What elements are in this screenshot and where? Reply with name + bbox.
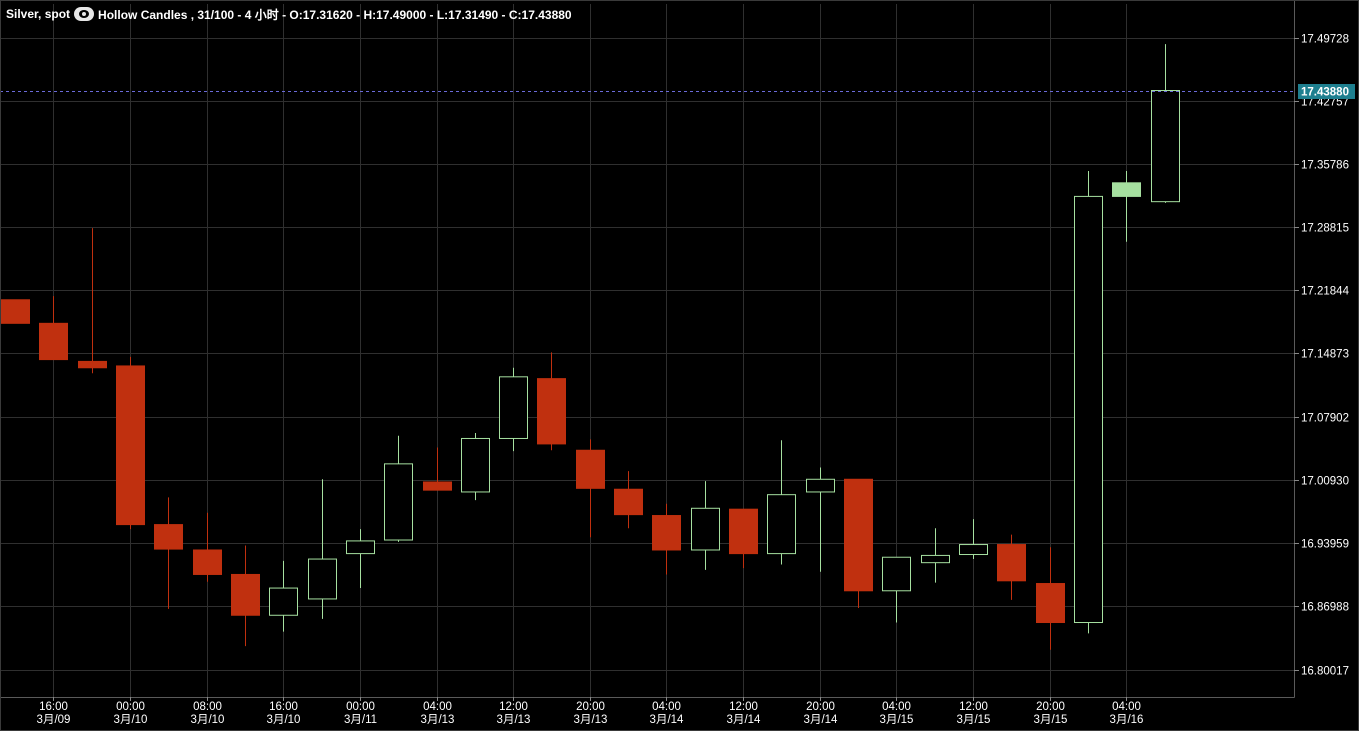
x-tick-time-label: 16:00 bbox=[39, 701, 68, 713]
x-tick-time-label: 04:00 bbox=[1112, 701, 1141, 713]
x-tick-date-label: 3月/13 bbox=[421, 714, 455, 726]
y-tick-label: 17.28815 bbox=[1301, 223, 1349, 235]
x-tick-time-label: 04:00 bbox=[652, 701, 681, 713]
price-chart[interactable]: 17.4972817.4275717.3578617.2881517.21844… bbox=[0, 0, 1359, 731]
x-tick-time-label: 12:00 bbox=[729, 701, 758, 713]
candle-body bbox=[921, 554, 950, 564]
candle-body bbox=[154, 524, 183, 550]
x-tick-date-label: 3月/15 bbox=[880, 714, 914, 726]
candle-body bbox=[193, 549, 222, 575]
instrument-name[interactable]: Silver, spot bbox=[6, 7, 70, 21]
candle-body bbox=[767, 494, 796, 555]
y-tick-label: 16.93959 bbox=[1301, 539, 1349, 551]
chart-type-ohlc-label: Hollow Candles , 31/100 - 4 小时 - O:17.31… bbox=[98, 7, 572, 22]
candle-body bbox=[346, 540, 375, 555]
candle-body bbox=[1112, 182, 1141, 197]
x-tick-time-label: 12:00 bbox=[959, 701, 988, 713]
candle-body bbox=[882, 556, 911, 592]
x-tick-time-label: 04:00 bbox=[882, 701, 911, 713]
x-tick-date-label: 3月/10 bbox=[114, 714, 148, 726]
x-tick-time-label: 16:00 bbox=[269, 701, 298, 713]
time-axis[interactable]: 16:003月/0900:003月/1008:003月/1016:003月/10… bbox=[37, 697, 1144, 726]
x-tick-time-label: 04:00 bbox=[423, 701, 452, 713]
candle-body bbox=[423, 481, 452, 491]
x-tick-time-label: 20:00 bbox=[1036, 701, 1065, 713]
x-tick-date-label: 3月/11 bbox=[344, 714, 377, 726]
candle-body bbox=[844, 478, 873, 592]
x-tick-time-label: 20:00 bbox=[576, 701, 605, 713]
x-tick-date-label: 3月/10 bbox=[267, 714, 301, 726]
candle-body bbox=[499, 376, 528, 439]
candle-body bbox=[729, 508, 758, 555]
candle-body bbox=[1, 299, 30, 324]
candle-body bbox=[231, 573, 260, 616]
candle-body bbox=[78, 360, 107, 369]
candle-body bbox=[576, 449, 605, 489]
x-tick-date-label: 3月/15 bbox=[1034, 714, 1068, 726]
candle-body bbox=[308, 558, 337, 600]
x-tick-time-label: 20:00 bbox=[806, 701, 835, 713]
candle-body bbox=[384, 463, 413, 541]
candle-body bbox=[116, 365, 145, 526]
x-tick-time-label: 08:00 bbox=[193, 701, 222, 713]
x-tick-date-label: 3月/14 bbox=[804, 714, 838, 726]
x-tick-date-label: 3月/16 bbox=[1110, 714, 1144, 726]
candle-body bbox=[997, 544, 1026, 582]
candle-body bbox=[806, 478, 835, 493]
x-tick-time-label: 00:00 bbox=[116, 701, 145, 713]
y-tick-label: 16.80017 bbox=[1301, 666, 1349, 678]
candle-body bbox=[652, 515, 681, 551]
candle-body bbox=[1036, 583, 1065, 624]
y-tick-label: 17.49728 bbox=[1301, 34, 1349, 46]
y-tick-label: 16.86988 bbox=[1301, 602, 1349, 614]
x-tick-date-label: 3月/13 bbox=[497, 714, 531, 726]
candle-body bbox=[614, 488, 643, 516]
eye-icon[interactable] bbox=[74, 7, 95, 21]
y-tick-label: 17.00930 bbox=[1301, 476, 1349, 488]
last-price-label: 17.43880 bbox=[1301, 87, 1349, 99]
x-tick-date-label: 3月/15 bbox=[957, 714, 991, 726]
x-tick-date-label: 3月/13 bbox=[574, 714, 608, 726]
candle-body bbox=[39, 322, 68, 361]
x-tick-date-label: 3月/14 bbox=[650, 714, 684, 726]
x-tick-time-label: 12:00 bbox=[499, 701, 528, 713]
y-tick-label: 17.07902 bbox=[1301, 413, 1349, 425]
x-tick-date-label: 3月/09 bbox=[37, 714, 71, 726]
x-tick-date-label: 3月/10 bbox=[191, 714, 225, 726]
chart-header: Silver, spot Hollow Candles , 31/100 - 4… bbox=[6, 5, 572, 23]
candle-body bbox=[959, 544, 988, 556]
x-tick-time-label: 00:00 bbox=[346, 701, 375, 713]
x-tick-date-label: 3月/14 bbox=[727, 714, 761, 726]
candle-body bbox=[461, 437, 490, 493]
candle-body bbox=[691, 507, 720, 551]
candle-body bbox=[537, 378, 566, 445]
candle-body bbox=[1151, 90, 1180, 203]
candle-body bbox=[269, 587, 298, 616]
y-tick-label: 17.35786 bbox=[1301, 160, 1349, 172]
y-tick-label: 17.21844 bbox=[1301, 286, 1350, 298]
y-tick-label: 17.14873 bbox=[1301, 349, 1349, 361]
candle-body bbox=[1074, 195, 1103, 624]
